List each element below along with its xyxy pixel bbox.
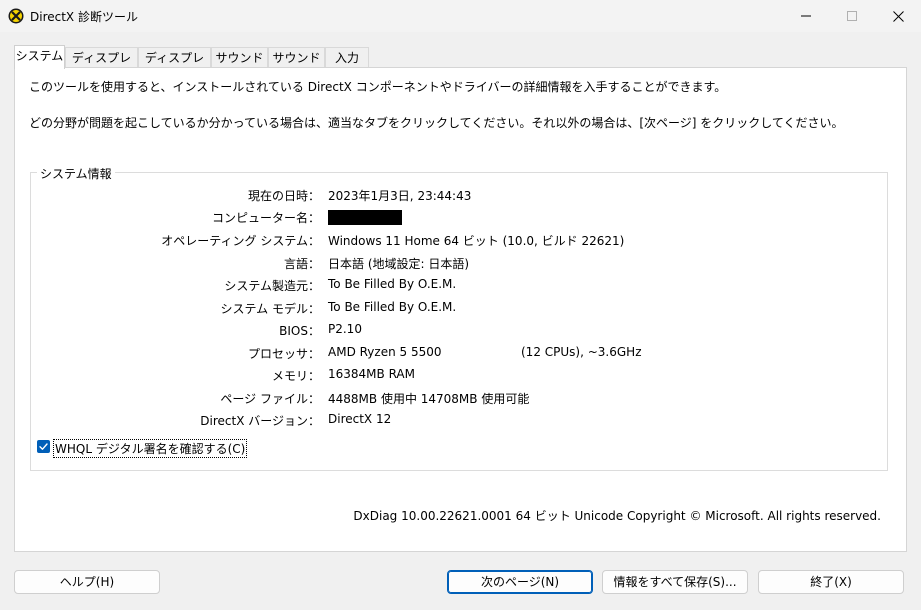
info-label: BIOS：: [279, 324, 320, 338]
info-value: 4488MB 使用中 14708MB 使用可能: [328, 392, 530, 406]
info-value: DirectX 12: [328, 412, 392, 426]
tab-sound-2[interactable]: サウンド 2: [268, 47, 325, 85]
maximize-button[interactable]: [829, 0, 875, 32]
intro-text-2: どの分野が問題を起こしているか分かっている場合は、適当なタブをクリックしてくださ…: [29, 116, 844, 130]
info-value: To Be Filled By O.E.M.: [328, 277, 457, 291]
info-label: 言語：: [283, 257, 320, 271]
info-row-memory: メモリ： 16384MB RAM: [31, 367, 887, 385]
info-row-language: 言語： 日本語 (地域設定: 日本語): [31, 255, 887, 273]
info-row-datetime: 現在の日時： 2023年1月3日, 23:44:43: [31, 187, 887, 205]
tab-display-2[interactable]: ディスプレイ 2: [138, 47, 211, 85]
info-value: To Be Filled By O.E.M.: [328, 300, 457, 314]
info-row-computer-name: コンピューター名：: [31, 209, 887, 227]
next-page-button[interactable]: 次のページ(N): [447, 570, 593, 594]
tab-display-1[interactable]: ディスプレイ 1: [65, 47, 138, 85]
info-label: システム モデル：: [220, 302, 320, 316]
info-row-bios: BIOS： P2.10: [31, 322, 887, 340]
info-label: ページ ファイル：: [220, 392, 320, 406]
system-tab-panel: このツールを使用すると、インストールされている DirectX コンポーネントや…: [14, 67, 907, 552]
save-all-info-button[interactable]: 情報をすべて保存(S)...: [602, 570, 748, 594]
whql-checkbox[interactable]: [37, 440, 50, 453]
info-label: 現在の日時：: [247, 189, 320, 203]
info-row-directx-version: DirectX バージョン： DirectX 12: [31, 412, 887, 430]
info-row-os: オペレーティング システム： Windows 11 Home 64 ビット (1…: [31, 232, 887, 250]
info-value: 2023年1月3日, 23:44:43: [328, 189, 472, 203]
info-value-cpu-count: (12 CPUs), ~3.6GHz: [521, 345, 642, 359]
info-value: Windows 11 Home 64 ビット (10.0, ビルド 22621): [328, 234, 625, 248]
copyright-text: DxDiag 10.00.22621.0001 64 ビット Unicode C…: [353, 509, 881, 523]
info-label: システム製造元：: [224, 279, 320, 293]
info-value: 日本語 (地域設定: 日本語): [328, 257, 470, 271]
info-row-processor: プロセッサ： AMD Ryzen 5 5500 (12 CPUs), ~3.6G…: [31, 345, 887, 363]
info-label: プロセッサ：: [247, 347, 320, 361]
info-label: オペレーティング システム：: [161, 234, 320, 248]
info-row-model: システム モデル： To Be Filled By O.E.M.: [31, 300, 887, 318]
info-label: DirectX バージョン：: [200, 414, 320, 428]
exit-button[interactable]: 終了(X): [758, 570, 904, 594]
info-value: 16384MB RAM: [328, 367, 415, 381]
info-row-page-file: ページ ファイル： 4488MB 使用中 14708MB 使用可能: [31, 390, 887, 408]
checkmark-icon: [39, 443, 48, 450]
info-label: コンピューター名：: [211, 211, 320, 225]
group-title: システム情報: [37, 165, 115, 182]
window-title: DirectX 診断ツール: [30, 10, 138, 24]
tab-sound-1[interactable]: サウンド 1: [211, 47, 268, 85]
minimize-icon: [801, 15, 811, 17]
minimize-button[interactable]: [783, 0, 829, 32]
intro-text-1: このツールを使用すると、インストールされている DirectX コンポーネントや…: [29, 80, 727, 94]
info-value: P2.10: [328, 322, 362, 336]
close-icon: [892, 10, 904, 22]
whql-checkbox-label[interactable]: WHQL デジタル署名を確認する(C): [53, 439, 248, 458]
tab-system[interactable]: システム: [14, 45, 65, 69]
close-button[interactable]: [875, 0, 921, 32]
title-bar[interactable]: DirectX 診断ツール: [0, 0, 921, 32]
tab-input[interactable]: 入力: [325, 47, 369, 68]
redacted-computer-name: [328, 210, 402, 225]
maximize-icon: [847, 11, 857, 21]
info-row-manufacturer: システム製造元： To Be Filled By O.E.M.: [31, 277, 887, 295]
info-value: AMD Ryzen 5 5500: [328, 345, 442, 359]
help-button[interactable]: ヘルプ(H): [14, 570, 160, 594]
directx-x-icon: [8, 8, 24, 24]
system-info-group: システム情報 現在の日時： 2023年1月3日, 23:44:43 コンピュータ…: [30, 165, 888, 471]
info-label: メモリ：: [271, 369, 320, 383]
